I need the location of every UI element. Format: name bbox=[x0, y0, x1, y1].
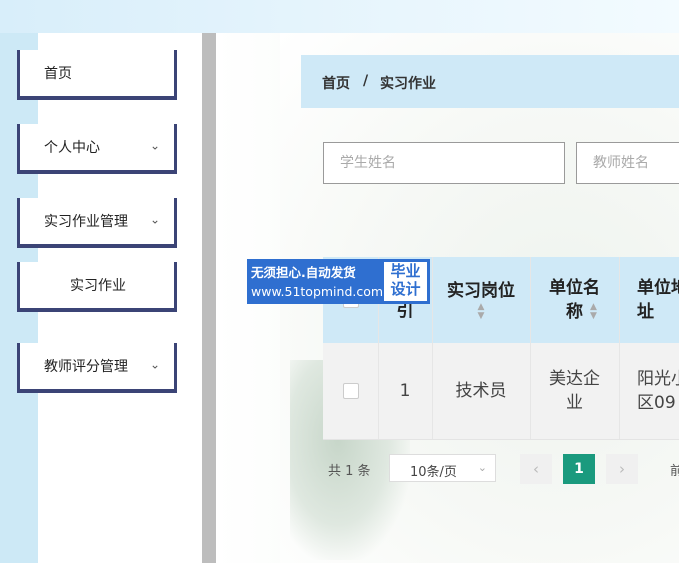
sort-icon[interactable]: ▲ ▼ bbox=[590, 303, 597, 321]
student-name-input[interactable] bbox=[324, 143, 564, 183]
row-position: 技术员 bbox=[455, 381, 507, 401]
page-size-select[interactable]: 10条/页 ⌄ bbox=[389, 454, 496, 482]
watermark-overlay: 无须担心.自动发货 www.51topmind.com 毕业 设计 bbox=[247, 259, 430, 304]
sidebar-item-home[interactable]: 首页 bbox=[17, 50, 177, 100]
breadcrumb-separator: / bbox=[363, 73, 369, 89]
pagination-total: 共 1 条 bbox=[328, 464, 371, 479]
unit-name-column-header[interactable]: 单位名称 ▲ ▼ bbox=[530, 257, 619, 343]
sidebar-item-label: 首页 bbox=[44, 66, 72, 82]
page-number-button[interactable]: 1 bbox=[563, 454, 595, 484]
breadcrumb-current: 实习作业 bbox=[380, 76, 436, 92]
position-column-header[interactable]: 实习岗位 ▲ ▼ bbox=[432, 257, 530, 343]
watermark-badge-line1: 毕业 bbox=[390, 262, 421, 280]
position-header-label: 实习岗位 bbox=[447, 281, 515, 301]
chevron-left-icon: ‹ bbox=[533, 460, 539, 478]
unit-address-column-header[interactable]: 单位地址 bbox=[619, 257, 679, 343]
watermark-badge: 毕业 设计 bbox=[384, 262, 427, 301]
sidebar-item-label: 实习作业管理 bbox=[44, 214, 128, 230]
watermark-line1: 无须担心.自动发货 bbox=[251, 265, 356, 280]
column-divider bbox=[619, 257, 620, 439]
chevron-down-icon: ⌄ bbox=[477, 461, 487, 474]
sidebar-item-label: 教师评分管理 bbox=[44, 359, 128, 375]
row-unit-address-cell: 阳光小区09 bbox=[619, 343, 679, 439]
breadcrumb-home[interactable]: 首页 bbox=[322, 73, 350, 93]
row-checkbox[interactable] bbox=[342, 383, 359, 399]
column-divider bbox=[530, 257, 531, 439]
sidebar-item-label: 实习作业 bbox=[70, 278, 126, 294]
row-unit-address: 阳光小区09 bbox=[637, 369, 679, 413]
sidebar-subitem-internship-homework[interactable]: 实习作业 bbox=[17, 262, 177, 312]
teacher-name-search bbox=[576, 142, 679, 184]
prev-page-button[interactable]: ‹ bbox=[520, 454, 552, 484]
next-page-button[interactable]: › bbox=[606, 454, 638, 484]
pagination-goto: 前 bbox=[670, 464, 679, 479]
row-index: 1 bbox=[399, 381, 411, 401]
chevron-down-icon: ⌄ bbox=[149, 138, 160, 153]
row-unit-name-cell: 美达企业 bbox=[530, 343, 619, 439]
teacher-name-input[interactable] bbox=[577, 143, 679, 183]
row-unit-name: 美达企业 bbox=[549, 369, 600, 413]
watermark-line2: www.51topmind.com bbox=[251, 284, 384, 299]
sidebar-item-internship-homework-management[interactable]: 实习作业管理 ⌄ bbox=[17, 198, 177, 248]
watermark-badge-line2: 设计 bbox=[390, 280, 421, 298]
table-row[interactable]: 1 技术员 美达企业 阳光小区09 bbox=[323, 343, 679, 440]
row-select-cell[interactable] bbox=[323, 343, 378, 439]
unit-address-header-label: 单位地址 bbox=[637, 278, 679, 322]
chevron-down-icon: ⌄ bbox=[149, 357, 160, 372]
student-name-search bbox=[323, 142, 565, 184]
column-divider bbox=[432, 257, 433, 439]
sidebar-divider bbox=[202, 33, 216, 563]
sort-icon[interactable]: ▲ ▼ bbox=[478, 303, 485, 321]
sidebar-item-teacher-rating-management[interactable]: 教师评分管理 ⌄ bbox=[17, 343, 177, 393]
sidebar-item-label: 个人中心 bbox=[44, 140, 100, 156]
sidebar-item-personal-center[interactable]: 个人中心 ⌄ bbox=[17, 124, 177, 174]
chevron-right-icon: › bbox=[619, 460, 625, 478]
watermark-text: 无须担心.自动发货 www.51topmind.com bbox=[251, 263, 383, 301]
top-bar bbox=[0, 0, 679, 33]
page-size-value: 10条/页 bbox=[410, 465, 457, 480]
breadcrumb: 首页 / 实习作业 bbox=[301, 55, 679, 108]
chevron-down-icon: ⌄ bbox=[149, 212, 160, 227]
